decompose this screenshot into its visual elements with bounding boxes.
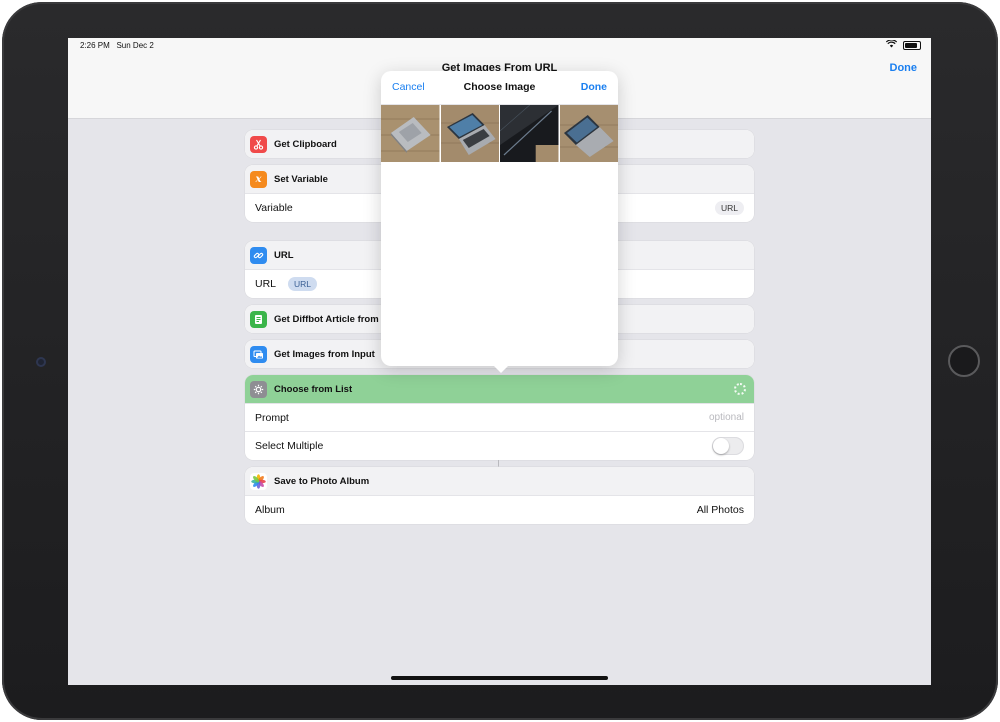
images-icon (250, 345, 267, 363)
action-title: Set Variable (274, 173, 328, 185)
action-title: Get Clipboard (274, 138, 337, 150)
status-time: 2:26 PM Sun Dec 2 (80, 41, 154, 50)
status-bar: 2:26 PM Sun Dec 2 (68, 38, 931, 54)
action-save-photo[interactable]: Save to Photo Album Album All Photos (245, 467, 754, 524)
select-multiple-label: Select Multiple (255, 439, 324, 452)
album-label: Album (255, 503, 285, 516)
action-title: Choose from List (274, 383, 353, 395)
home-button[interactable] (948, 345, 980, 377)
popover-header: Cancel Choose Image Done (381, 71, 618, 105)
popover-done-button[interactable]: Done (581, 81, 607, 93)
action-title: Get Diffbot Article from (274, 313, 379, 325)
variable-label: Variable (255, 201, 293, 214)
article-icon (250, 310, 267, 328)
action-choose-from-list[interactable]: Choose from List Prompt optional Select … (245, 375, 754, 460)
url-variable-token[interactable]: URL (288, 276, 318, 291)
action-title: Save to Photo Album (274, 475, 370, 487)
gear-icon (250, 380, 267, 398)
prompt-input[interactable]: optional (709, 412, 744, 423)
action-title: Get Images from Input (274, 348, 375, 360)
image-thumbnail-1[interactable] (381, 105, 440, 162)
choose-image-popover: Cancel Choose Image Done (381, 71, 618, 373)
photos-icon (250, 472, 267, 490)
action-title: URL (274, 249, 294, 261)
image-thumbnail-4[interactable] (559, 105, 618, 162)
home-indicator[interactable] (391, 676, 608, 680)
image-grid (381, 105, 618, 162)
front-camera (36, 357, 46, 367)
screen: 2:26 PM Sun Dec 2 Get Images From URL Do… (68, 38, 931, 685)
link-icon (250, 246, 267, 264)
status-icons (885, 39, 921, 50)
album-value[interactable]: All Photos (697, 504, 744, 516)
scissors-icon (250, 135, 267, 153)
image-thumbnail-2[interactable] (440, 105, 499, 162)
select-multiple-toggle[interactable] (712, 436, 744, 455)
image-thumbnail-3[interactable] (500, 105, 559, 162)
variable-icon: x (250, 170, 267, 188)
wifi-icon (885, 39, 898, 50)
prompt-label: Prompt (255, 411, 289, 424)
variable-value-token[interactable]: URL (714, 200, 744, 215)
nav-done-button[interactable]: Done (890, 62, 918, 74)
loading-spinner-icon (734, 383, 746, 395)
battery-icon (903, 40, 921, 50)
url-label: URL (255, 277, 277, 290)
